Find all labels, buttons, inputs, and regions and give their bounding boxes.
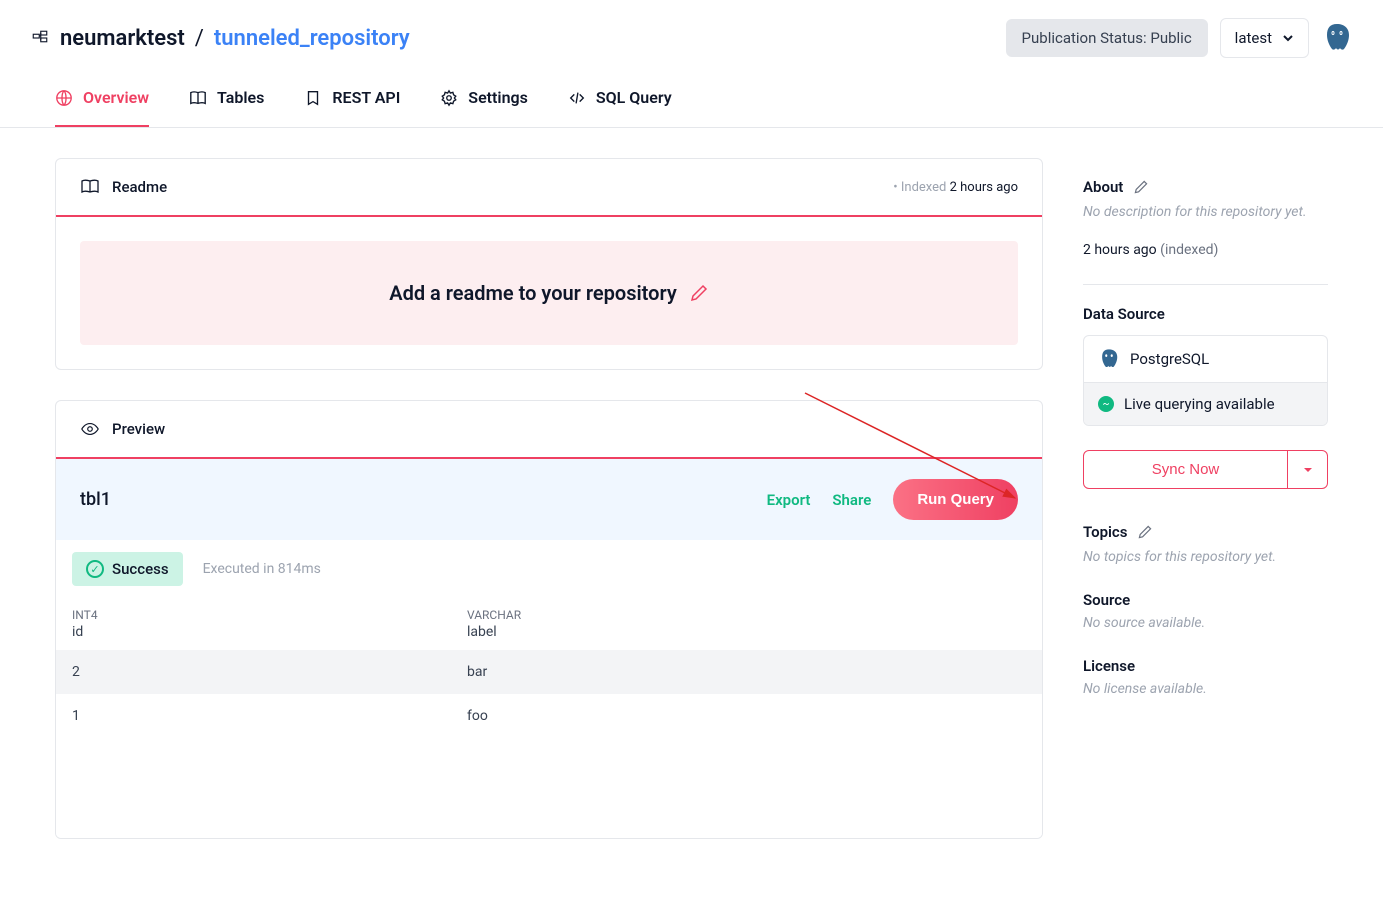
license-title: License: [1083, 657, 1328, 675]
tab-sql-query[interactable]: SQL Query: [568, 88, 672, 127]
sidebar: About No description for this repository…: [1083, 158, 1328, 869]
book-open-icon: [80, 177, 100, 197]
book-icon: [189, 89, 207, 107]
cell: bar: [451, 650, 1042, 694]
globe-icon: [55, 89, 73, 107]
preview-title: Preview: [112, 420, 165, 438]
about-empty: No description for this repository yet.: [1083, 204, 1328, 220]
success-badge: ✓ Success: [72, 552, 183, 586]
preview-card: Preview tbl1 Export Share Run Query ✓ Su…: [55, 400, 1043, 839]
publication-status-badge[interactable]: Publication Status: Public: [1006, 19, 1208, 57]
bookmark-icon: [304, 89, 322, 107]
tab-label: Tables: [217, 88, 264, 107]
app-logo-icon[interactable]: [30, 28, 50, 48]
readme-card-header: Readme • Indexed 2 hours ago: [56, 159, 1042, 217]
edit-icon[interactable]: [1137, 524, 1153, 540]
tab-label: Settings: [468, 88, 528, 107]
content-column: Readme • Indexed 2 hours ago Add a readm…: [55, 158, 1043, 869]
data-source-panel: PostgreSQL ~ Live querying available: [1083, 335, 1328, 426]
indexed-time: 2 hours ago: [950, 180, 1018, 195]
indexed-suffix: (indexed): [1160, 242, 1218, 258]
breadcrumb-separator: /: [195, 26, 204, 51]
readme-banner-text: Add a readme to your repository: [389, 281, 677, 305]
column-header[interactable]: VARCHAR label: [451, 598, 1042, 650]
readme-empty-banner[interactable]: Add a readme to your repository: [80, 241, 1018, 345]
tab-rest-api[interactable]: REST API: [304, 88, 400, 127]
topics-title: Topics: [1083, 523, 1127, 541]
source-empty: No source available.: [1083, 615, 1328, 631]
query-status-row: ✓ Success Executed in 814ms: [56, 540, 1042, 598]
data-source-name: PostgreSQL: [1130, 350, 1209, 368]
tab-label: SQL Query: [596, 88, 672, 107]
indexed-label: Indexed: [901, 180, 947, 195]
breadcrumb-owner[interactable]: neumarktest: [60, 26, 185, 51]
readme-card: Readme • Indexed 2 hours ago Add a readm…: [55, 158, 1043, 370]
share-link[interactable]: Share: [832, 491, 871, 509]
topics-section: Topics No topics for this repository yet…: [1083, 523, 1328, 565]
header: neumarktest / tunneled_repository Public…: [0, 0, 1383, 58]
main-layout: Readme • Indexed 2 hours ago Add a readm…: [0, 128, 1383, 899]
tab-settings[interactable]: Settings: [440, 88, 528, 127]
postgresql-icon: [1098, 348, 1120, 370]
execution-time: Executed in 814ms: [203, 561, 321, 577]
tab-overview[interactable]: Overview: [55, 88, 149, 127]
source-section: Source No source available.: [1083, 591, 1328, 631]
preview-body: tbl1 Export Share Run Query ✓ Success Ex…: [56, 459, 1042, 838]
preview-toolbar: tbl1 Export Share Run Query: [56, 459, 1042, 540]
sync-dropdown-button[interactable]: [1288, 450, 1328, 489]
eye-icon: [80, 419, 100, 439]
readme-title: Readme: [112, 178, 167, 196]
cell: 2: [56, 650, 451, 694]
cell: foo: [451, 694, 1042, 738]
license-empty: No license available.: [1083, 681, 1328, 697]
version-selector[interactable]: latest: [1220, 18, 1309, 58]
version-label: latest: [1235, 29, 1272, 47]
about-section: About No description for this repository…: [1083, 178, 1328, 258]
success-label: Success: [112, 560, 169, 578]
caret-down-icon: [1303, 465, 1313, 475]
check-circle-icon: ✓: [86, 560, 104, 578]
preview-card-header: Preview: [56, 401, 1042, 459]
topics-empty: No topics for this repository yet.: [1083, 549, 1328, 565]
code-icon: [568, 89, 586, 107]
breadcrumb-repo[interactable]: tunneled_repository: [214, 26, 410, 51]
about-title: About: [1083, 178, 1123, 196]
chevron-down-icon: [1282, 32, 1294, 44]
data-source-title: Data Source: [1083, 305, 1328, 323]
data-source-section: Data Source PostgreSQL ~ Live querying a…: [1083, 305, 1328, 489]
breadcrumb: neumarktest / tunneled_repository: [30, 26, 410, 51]
cell: 1: [56, 694, 451, 738]
column-header[interactable]: INT4 id: [56, 598, 451, 650]
indexed-time: 2 hours ago: [1083, 242, 1157, 258]
data-source-row[interactable]: PostgreSQL: [1084, 336, 1327, 382]
run-query-button[interactable]: Run Query: [893, 479, 1018, 520]
preview-actions: Export Share Run Query: [767, 479, 1018, 520]
sync-now-button[interactable]: Sync Now: [1083, 450, 1288, 489]
results-table: INT4 id VARCHAR label 2 bar: [56, 598, 1042, 738]
live-query-row: ~ Live querying available: [1084, 382, 1327, 425]
table-name: tbl1: [80, 489, 111, 510]
live-query-text: Live querying available: [1124, 395, 1275, 413]
edit-icon: [689, 283, 709, 303]
divider: [1083, 284, 1328, 285]
license-section: License No license available.: [1083, 657, 1328, 697]
tabs-nav: Overview Tables REST API Settings SQL Qu…: [0, 58, 1383, 128]
gear-icon: [440, 89, 458, 107]
indexed-status: • Indexed 2 hours ago: [893, 180, 1018, 195]
pulse-icon: ~: [1098, 396, 1114, 412]
tab-tables[interactable]: Tables: [189, 88, 264, 127]
tab-label: REST API: [332, 88, 400, 107]
postgresql-icon[interactable]: [1321, 22, 1353, 54]
tab-label: Overview: [83, 88, 149, 107]
export-link[interactable]: Export: [767, 491, 811, 509]
sync-button-group: Sync Now: [1083, 450, 1328, 489]
header-actions: Publication Status: Public latest: [1006, 18, 1353, 58]
table-row[interactable]: 2 bar: [56, 650, 1042, 694]
source-title: Source: [1083, 591, 1328, 609]
edit-icon[interactable]: [1133, 179, 1149, 195]
table-row[interactable]: 1 foo: [56, 694, 1042, 738]
